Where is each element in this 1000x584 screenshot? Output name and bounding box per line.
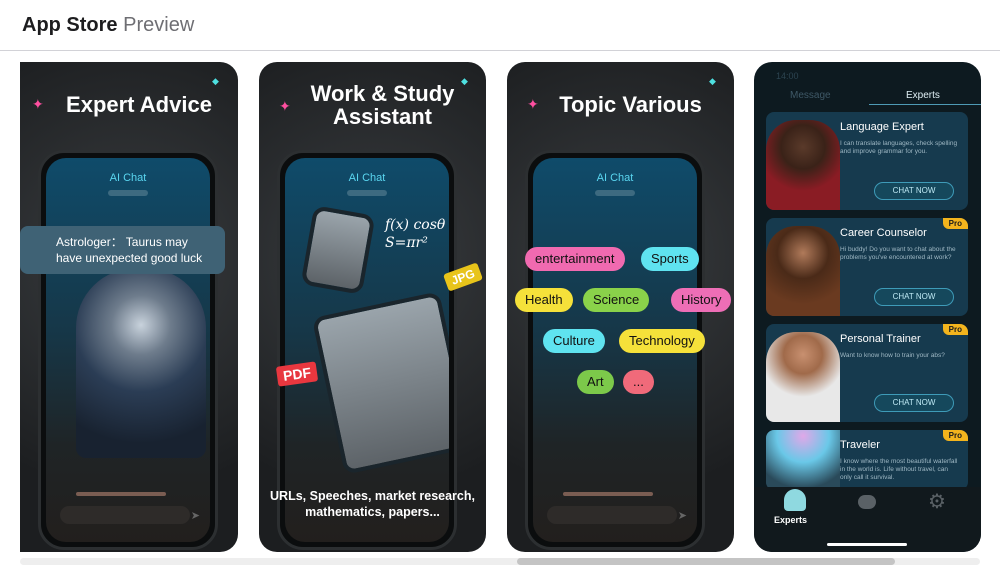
expert-avatar [766, 430, 840, 490]
screen-title: AI Chat [109, 172, 147, 184]
phone-mockup: AI Chat ➤ [38, 150, 218, 550]
screen-title: AI Chat [348, 172, 386, 184]
expert-card[interactable]: Traveler I know where the most beautiful… [766, 430, 968, 490]
expert-card[interactable]: Language Expert I can translate language… [766, 112, 968, 210]
topic-chip: Science [583, 288, 650, 312]
expert-avatar [766, 226, 840, 316]
pro-badge: Pro [942, 218, 968, 229]
topic-chip: Culture [543, 329, 605, 353]
screenshot-expert-advice[interactable]: ✦ ◆ Expert Advice AI Chat ➤ Astrologer： … [20, 62, 238, 552]
astrologer-image [76, 268, 206, 458]
experts-nav-icon[interactable] [784, 489, 806, 511]
expert-card[interactable]: Personal Trainer Want to know how to tra… [766, 324, 968, 422]
pro-badge: Pro [942, 324, 968, 335]
message-input [60, 506, 190, 524]
screenshot-work-study[interactable]: ✦ ◆ Work & Study Assistant AI Chat f(x) c… [259, 62, 486, 552]
screenshot-title: Topic Various [559, 92, 702, 117]
horizontal-scrollbar[interactable] [20, 558, 980, 565]
tab-experts[interactable]: Experts [906, 90, 940, 101]
chat-now-button[interactable]: CHAT NOW [874, 394, 954, 412]
formula: f(x) cosθ [385, 217, 446, 233]
screenshot-subtitle: Assistant [332, 104, 433, 129]
expert-card[interactable]: Career Counselor Hi buddy! Do you want t… [766, 218, 968, 316]
expert-name: Language Expert [840, 121, 924, 133]
free-messages-text [563, 492, 653, 496]
sparkle-icon: ◆ [709, 76, 716, 86]
formula: S=πr² [385, 235, 428, 251]
settings-icon[interactable]: ⚙ [928, 489, 946, 514]
free-messages-text [76, 492, 166, 496]
tab-message[interactable]: Message [790, 90, 831, 101]
expert-description: I can translate languages, check spellin… [840, 140, 958, 155]
screenshot-title: Expert Advice [66, 92, 212, 117]
bottom-nav: Experts ⚙ [754, 487, 981, 552]
date-pill [595, 190, 635, 196]
topic-chip: History [671, 288, 732, 312]
send-icon: ➤ [190, 510, 200, 522]
expert-name: Traveler [840, 439, 880, 451]
date-pill [108, 190, 148, 196]
topic-chip: ... [623, 370, 654, 394]
topic-chip: entertainment [525, 247, 625, 271]
expert-name: Personal Trainer [840, 333, 921, 345]
screenshot-title: Work & Study [310, 81, 455, 106]
brand: App Store [22, 14, 118, 36]
divider [0, 50, 1000, 51]
topic-chip: Health [515, 288, 573, 312]
screenshot-experts-list[interactable]: 14:00 Message Experts Language Expert I … [754, 62, 981, 552]
status-time: 14:00 [776, 71, 799, 81]
topic-chip: Sports [641, 247, 699, 271]
screenshot-topic-various[interactable]: ✦ ◆ Topic Various AI Chat ➤ entertainmen… [507, 62, 734, 552]
expert-name: Career Counselor [840, 227, 927, 239]
section-label: Preview [123, 14, 195, 36]
expert-description: I know where the most beautiful waterfal… [840, 458, 958, 481]
send-icon: ➤ [677, 510, 687, 522]
page-header: App Store Preview [22, 14, 194, 37]
chat-now-button[interactable]: CHAT NOW [874, 182, 954, 200]
scrollbar-thumb[interactable] [517, 558, 895, 565]
home-indicator [827, 543, 907, 546]
sparkle-icon: ◆ [212, 76, 219, 86]
topic-chip: Technology [619, 329, 705, 353]
document-image [300, 205, 376, 295]
message-input [547, 506, 677, 524]
date-pill [347, 190, 387, 196]
chat-nav-icon[interactable] [858, 495, 876, 509]
chat-now-button[interactable]: CHAT NOW [874, 288, 954, 306]
pro-badge: Pro [942, 430, 968, 441]
expert-description: Hi buddy! Do you want to chat about the … [840, 246, 956, 261]
caption: URLs, Speeches, market research, mathema… [270, 489, 475, 519]
nav-experts-label[interactable]: Experts [774, 515, 807, 525]
expert-description: Want to know how to train your abs? [840, 352, 945, 359]
topic-chip: Art [577, 370, 614, 394]
chat-bubble: Astrologer： Taurus may have unexpected g… [20, 226, 225, 274]
document-image [311, 291, 449, 475]
tab-bar: Message Experts [754, 90, 981, 105]
screen-title: AI Chat [596, 172, 634, 184]
expert-avatar [766, 120, 840, 210]
expert-avatar [766, 332, 840, 422]
